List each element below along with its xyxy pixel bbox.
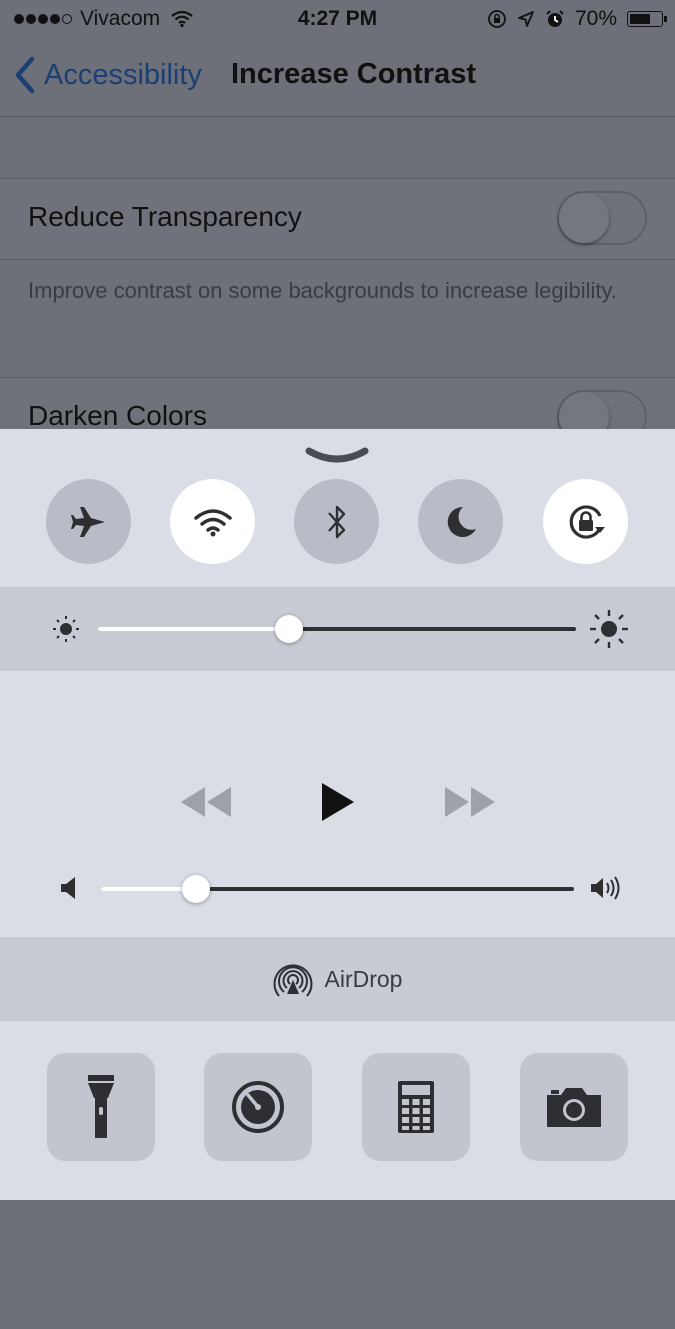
- battery-icon: [627, 11, 667, 27]
- status-right: 70%: [487, 7, 667, 31]
- wifi-icon: [193, 508, 232, 536]
- alarm-icon: [546, 10, 564, 27]
- back-label: Accessibility: [44, 58, 202, 91]
- volume-low-icon: [59, 1305, 79, 1329]
- chevron-left-icon: [15, 56, 35, 94]
- brightness-slider[interactable]: [98, 615, 576, 643]
- timer-icon: [232, 1081, 284, 1133]
- bluetooth-icon: [327, 505, 345, 538]
- calculator-icon: [398, 1081, 434, 1133]
- page-title: Increase Contrast: [231, 58, 476, 90]
- fast-forward-icon[interactable]: [443, 785, 497, 819]
- camera-icon: [547, 1088, 601, 1127]
- quick-tools: [0, 1021, 675, 1200]
- brightness-control: [0, 587, 675, 671]
- rotation-lock-status-icon: [488, 10, 506, 28]
- location-icon: [518, 11, 534, 27]
- flashlight-icon: [88, 1075, 114, 1138]
- moon-icon: [447, 506, 476, 537]
- airplane-mode-button[interactable]: [46, 479, 131, 564]
- navigation-bar: Accessibility Increase Contrast: [0, 38, 675, 117]
- dismiss-grabber-icon[interactable]: [305, 447, 369, 463]
- control-center: AirDrop: [0, 429, 675, 1200]
- setting-label: Reduce Transparency: [28, 201, 302, 232]
- do-not-disturb-button[interactable]: [418, 479, 503, 564]
- airplane-icon: [70, 506, 105, 537]
- volume-slider-thumb[interactable]: [181, 875, 210, 903]
- camera-button[interactable]: [520, 1053, 628, 1161]
- brightness-low-icon: [53, 616, 79, 642]
- airdrop-label: AirDrop: [324, 965, 403, 992]
- timer-button[interactable]: [204, 1053, 312, 1161]
- battery-percent: 70%: [574, 7, 617, 30]
- back-button[interactable]: Accessibility: [14, 56, 202, 94]
- setting-row-reduce-transparency: Reduce Transparency: [0, 178, 675, 260]
- volume-high-icon: [591, 876, 620, 900]
- reduce-transparency-toggle[interactable]: [557, 191, 647, 245]
- status-bar: Vivacom 4:27 PM 70%: [0, 0, 675, 38]
- rotation-lock-icon: [569, 504, 605, 539]
- setting-label: Darken Colors: [28, 400, 207, 431]
- brightness-slider-fill: [98, 627, 290, 631]
- media-controls: [0, 671, 675, 938]
- calculator-button[interactable]: [362, 1053, 470, 1161]
- brightness-high-icon: [590, 610, 628, 648]
- setting-footnote: Improve contrast on some backgrounds to …: [28, 278, 617, 303]
- toggle-row: [0, 479, 675, 565]
- airdrop-button[interactable]: AirDrop: [0, 937, 675, 1021]
- speaker-muted-icon: [61, 877, 75, 899]
- play-icon[interactable]: [320, 781, 356, 823]
- bluetooth-button[interactable]: [294, 479, 379, 564]
- flashlight-button[interactable]: [47, 1053, 155, 1161]
- rewind-icon[interactable]: [179, 785, 233, 819]
- volume-slider[interactable]: [101, 875, 574, 903]
- brightness-slider-thumb[interactable]: [275, 615, 304, 643]
- wifi-button[interactable]: [170, 479, 255, 564]
- rotation-lock-button[interactable]: [543, 479, 628, 564]
- airdrop-icon: [273, 964, 312, 997]
